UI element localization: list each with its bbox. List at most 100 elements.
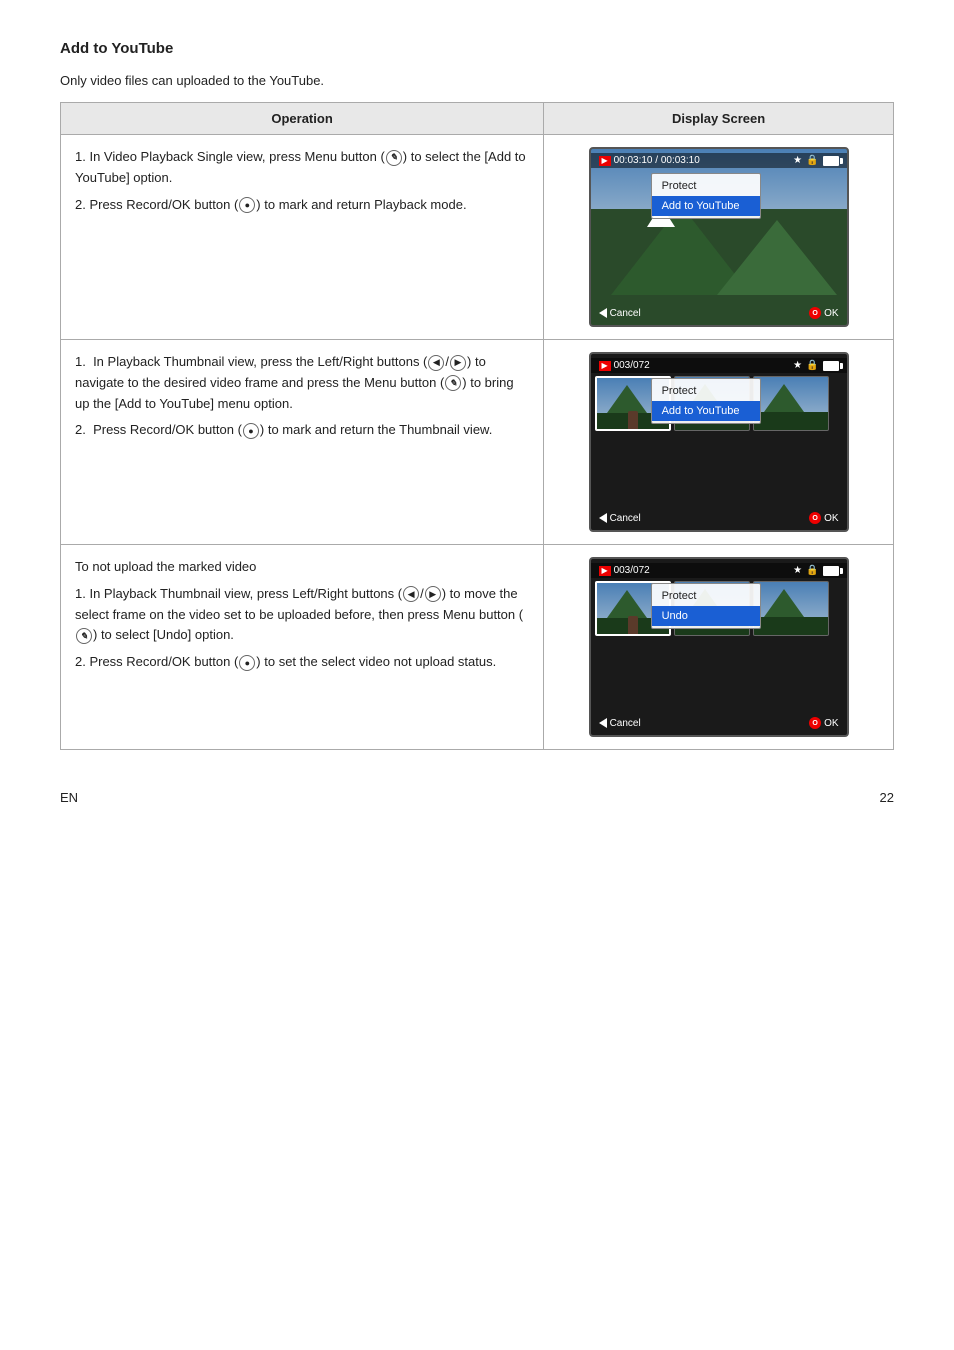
thumb-person-3a xyxy=(628,616,638,634)
menu-btn-icon-3: ✎ xyxy=(76,628,92,644)
ok-circle-icon: O xyxy=(809,307,821,319)
col-header-display: Display Screen xyxy=(544,103,894,135)
lock-icon-3: 🔒 xyxy=(806,565,818,576)
ok-button-display-2: O OK xyxy=(809,512,838,524)
battery-icon xyxy=(823,156,839,166)
ok-label-2: OK xyxy=(824,513,838,524)
table-row: To not upload the marked video 1. In Pla… xyxy=(61,545,894,750)
thumb-person-1 xyxy=(628,411,638,429)
op-step-2-1: 1. In Playback Thumbnail view, press the… xyxy=(75,352,529,414)
screen-bottom-bar-1: Cancel O OK xyxy=(591,305,847,321)
ok-circle-icon-3: O xyxy=(809,717,821,729)
screen-icons-1: ★ 🔒 xyxy=(793,155,838,166)
left-icon-3: ◀ xyxy=(403,586,419,602)
op-step-1-1: 1. In Video Playback Single view, press … xyxy=(75,147,529,189)
screen-1: ▶ 00:03:10 / 00:03:10 ★ 🔒 Protect Add to… xyxy=(589,147,849,327)
cancel-label-1: Cancel xyxy=(610,308,641,319)
thumb-mountain-3c xyxy=(764,589,804,617)
display-cell-2: ▶ 003/072 ★ 🔒 xyxy=(544,340,894,545)
play-icon-3: ▶ xyxy=(599,566,611,576)
screen-icons-3: ★ 🔒 xyxy=(793,565,838,576)
ok-label-3: OK xyxy=(824,718,838,729)
op-text-2: 1. In Playback Thumbnail view, press the… xyxy=(75,352,529,441)
battery-icon-3 xyxy=(823,566,839,576)
ok-label-1: OK xyxy=(824,308,838,319)
ok-button-display-3: O OK xyxy=(809,717,838,729)
cancel-label-2: Cancel xyxy=(610,513,641,524)
thumb-item-3c xyxy=(753,581,829,636)
star-icon-2: ★ xyxy=(793,360,802,371)
right-icon-3: ▶ xyxy=(425,586,441,602)
cancel-button-display-3: Cancel xyxy=(599,718,641,729)
record-ok-icon-3: ● xyxy=(239,655,255,671)
menu-overlay-3: Protect Undo xyxy=(651,583,761,629)
op-text-3: To not upload the marked video 1. In Pla… xyxy=(75,557,529,673)
battery-icon-2 xyxy=(823,361,839,371)
lock-icon: 🔒 xyxy=(806,155,818,166)
intro-text: Only video files can uploaded to the You… xyxy=(60,73,894,88)
cancel-label-3: Cancel xyxy=(610,718,641,729)
screen-icons-2: ★ 🔒 xyxy=(793,360,838,371)
menu-overlay-2: Protect Add to YouTube xyxy=(651,378,761,424)
op-step-3-title: To not upload the marked video xyxy=(75,557,529,578)
screen-counter-2: ▶ 003/072 xyxy=(599,360,650,371)
thumb-mountain-3a xyxy=(607,590,647,618)
menu-item-protect-3: Protect xyxy=(652,586,760,606)
menu-button-icon: ✎ xyxy=(386,150,402,166)
operation-cell-1: 1. In Video Playback Single view, press … xyxy=(61,135,544,340)
record-ok-icon-2: ● xyxy=(243,423,259,439)
lock-icon-2: 🔒 xyxy=(806,360,818,371)
thumb-ground-3c xyxy=(754,617,828,636)
menu-btn-icon-2: ✎ xyxy=(445,375,461,391)
menu-overlay-1: Protect Add to YouTube xyxy=(651,173,761,219)
ok-button-display-1: O OK xyxy=(809,307,838,319)
thumb-mountain-1 xyxy=(607,385,647,413)
op-step-3-1: 1. In Playback Thumbnail view, press Lef… xyxy=(75,584,529,646)
ok-circle-icon-2: O xyxy=(809,512,821,524)
record-ok-icon: ● xyxy=(239,197,255,213)
star-icon: ★ xyxy=(793,155,802,166)
right-icon: ▶ xyxy=(450,355,466,371)
counter-text-2: 003/072 xyxy=(614,360,650,371)
play-icon: ▶ xyxy=(599,156,611,166)
menu-item-undo-3: Undo xyxy=(652,606,760,626)
op-step-3-2: 2. Press Record/OK button (●) to set the… xyxy=(75,652,529,673)
table-row: 1. In Playback Thumbnail view, press the… xyxy=(61,340,894,545)
thumb-mountain-3 xyxy=(764,384,804,412)
screen-top-bar-1: ▶ 00:03:10 / 00:03:10 ★ 🔒 xyxy=(591,153,847,168)
mountain-shape-2 xyxy=(717,220,837,295)
menu-item-add-youtube-1: Add to YouTube xyxy=(652,196,760,216)
col-header-operation: Operation xyxy=(61,103,544,135)
cancel-button-display-1: Cancel xyxy=(599,308,641,319)
thumb-item-3 xyxy=(753,376,829,431)
operation-cell-2: 1. In Playback Thumbnail view, press the… xyxy=(61,340,544,545)
counter-text-1: 00:03:10 / 00:03:10 xyxy=(614,155,700,166)
screen-top-bar-2: ▶ 003/072 ★ 🔒 xyxy=(591,358,847,373)
star-icon-3: ★ xyxy=(793,565,802,576)
op-text-1: 1. In Video Playback Single view, press … xyxy=(75,147,529,215)
screen-2: ▶ 003/072 ★ 🔒 xyxy=(589,352,849,532)
screen-top-bar-3: ▶ 003/072 ★ 🔒 xyxy=(591,563,847,578)
table-row: 1. In Video Playback Single view, press … xyxy=(61,135,894,340)
thumb-ground-3 xyxy=(754,412,828,431)
main-table: Operation Display Screen 1. In Video Pla… xyxy=(60,102,894,750)
thumb-sky-3 xyxy=(754,377,828,412)
cancel-arrow-icon-2 xyxy=(599,513,607,523)
screen-bottom-bar-2: Cancel O OK xyxy=(591,510,847,526)
left-icon: ◀ xyxy=(428,355,444,371)
screen-counter-3: ▶ 003/072 xyxy=(599,565,650,576)
footer-lang: EN xyxy=(60,790,78,805)
thumb-sky-3c xyxy=(754,582,828,617)
menu-item-protect-2: Protect xyxy=(652,381,760,401)
play-icon-2: ▶ xyxy=(599,361,611,371)
op-step-2-2: 2. Press Record/OK button (●) to mark an… xyxy=(75,420,529,441)
screen-3: ▶ 003/072 ★ 🔒 xyxy=(589,557,849,737)
cancel-arrow-icon xyxy=(599,308,607,318)
display-cell-1: ▶ 00:03:10 / 00:03:10 ★ 🔒 Protect Add to… xyxy=(544,135,894,340)
menu-item-add-youtube-2: Add to YouTube xyxy=(652,401,760,421)
cancel-arrow-icon-3 xyxy=(599,718,607,728)
cancel-button-display-2: Cancel xyxy=(599,513,641,524)
operation-cell-3: To not upload the marked video 1. In Pla… xyxy=(61,545,544,750)
display-cell-3: ▶ 003/072 ★ 🔒 xyxy=(544,545,894,750)
counter-text-3: 003/072 xyxy=(614,565,650,576)
